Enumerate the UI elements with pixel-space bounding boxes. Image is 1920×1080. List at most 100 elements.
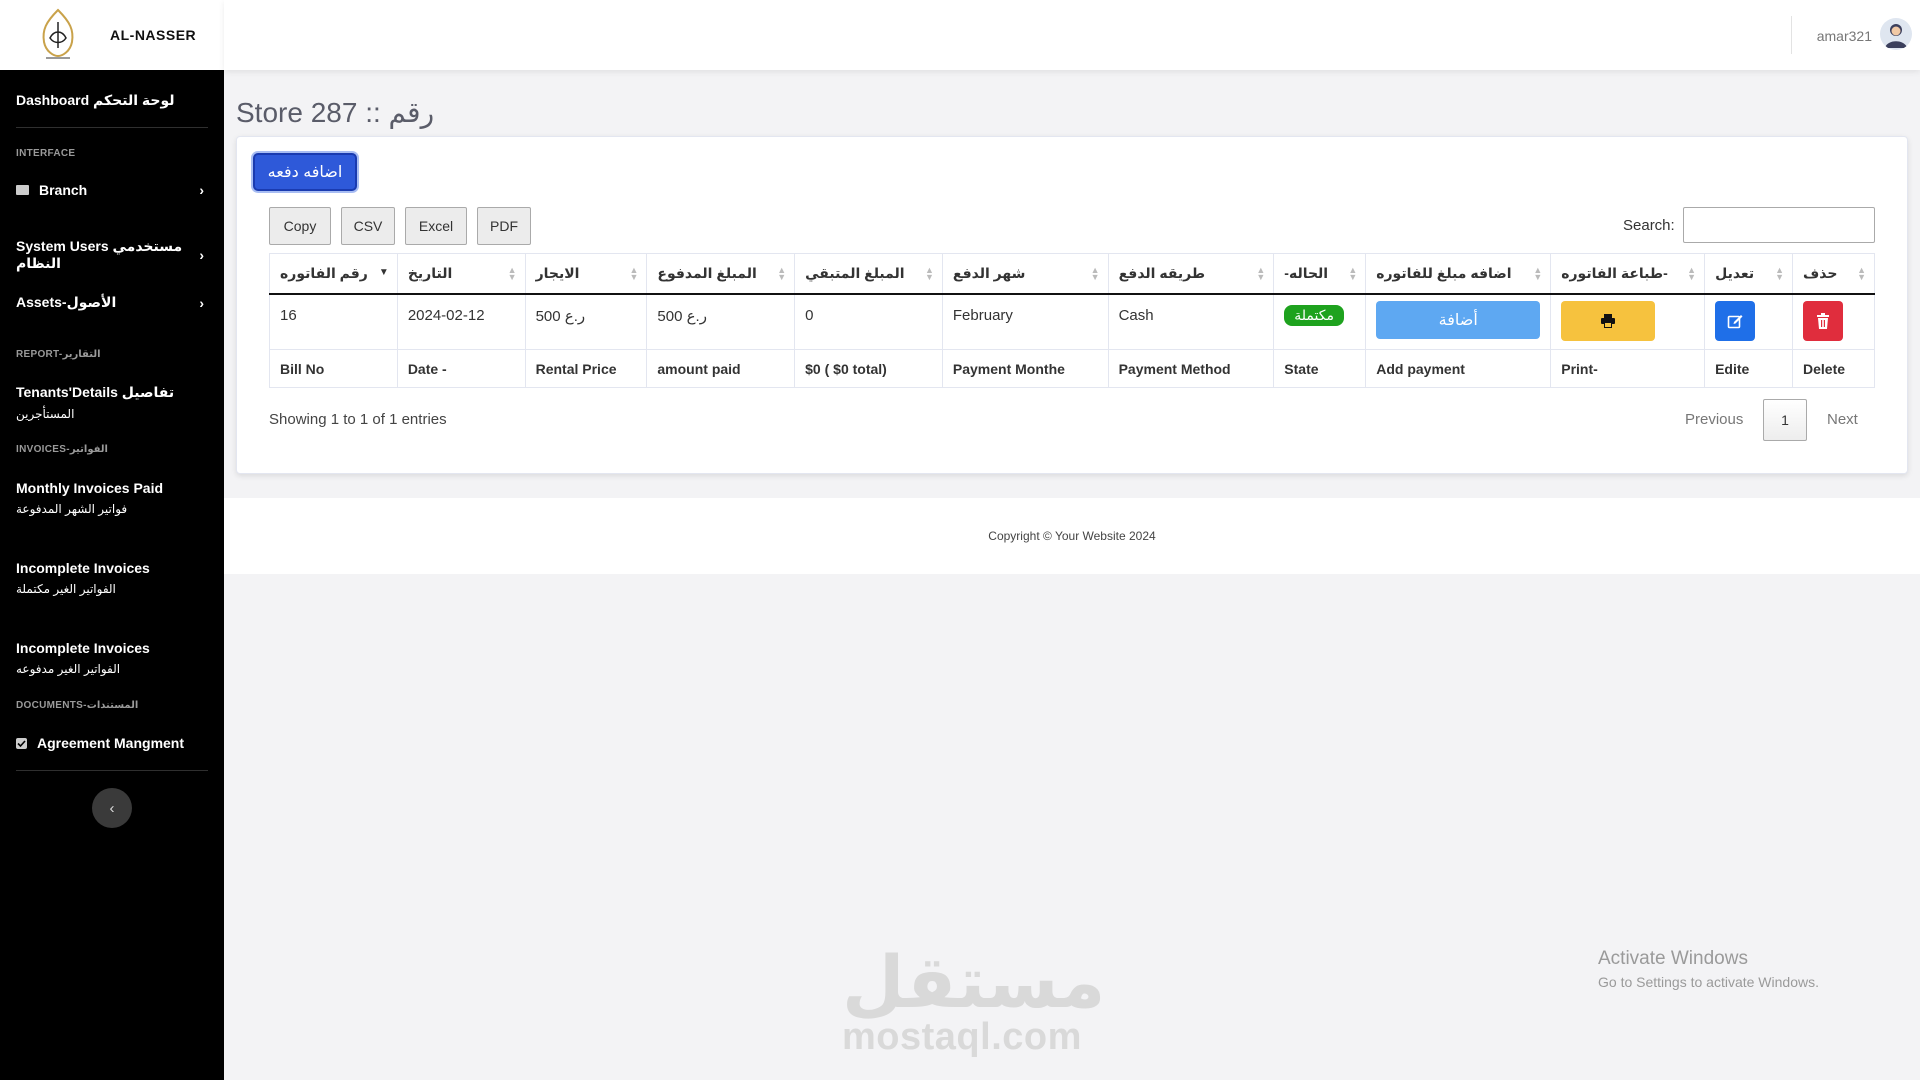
topbar-divider [1791,16,1792,54]
add-payment-button[interactable]: اضافه دفعه [253,153,357,191]
chevron-right-icon: › [199,294,204,311]
status-badge: مكتملة [1284,304,1344,326]
column-header-delete[interactable]: حذف ▲ ▼ [1792,253,1875,295]
sidebar-item-incomplete-invoices[interactable]: Incomplete Invoices الفواتير الغير مكتمل… [16,560,208,596]
sort-icon: ▲ ▼ [777,265,787,282]
sort-icon: ▲ ▼ [924,265,934,282]
trash-icon [1817,312,1829,329]
sidebar-item-agreement-management[interactable]: Agreement Mangment [16,735,208,751]
column-header-print[interactable]: طباعة الفاتوره- ▲ ▼ [1550,253,1706,295]
brand[interactable]: AL-NASSER [0,0,224,70]
avatar[interactable] [1880,18,1912,50]
cell-delete [1792,293,1875,350]
column-header-label: اضافه مبلغ للفاتوره [1376,264,1512,281]
topbar: amar321 [224,0,1920,70]
column-header-label: الايجار [535,264,580,281]
pagination-next[interactable]: Next [1827,411,1858,428]
pdf-button[interactable]: PDF [477,207,531,245]
table-info: Showing 1 to 1 of 1 entries [269,411,447,428]
column-header-label: شهر الدفع [952,264,1026,281]
sidebar-item-tenants-details[interactable]: Tenants'Details تفاصيل المستأجرين [16,384,208,421]
sort-icon: ▲ ▼ [629,265,639,282]
watermark-latin: mostaql.com [842,1016,1082,1058]
user-name[interactable]: amar321 [1817,28,1872,44]
chevron-right-icon: › [199,182,204,198]
add-amount-button[interactable]: أضافة [1376,300,1541,339]
pagination-previous[interactable]: Previous [1685,411,1743,428]
chevron-right-icon: › [199,247,204,263]
column-header-label: رقم الفاتوره [280,264,368,281]
footer-label: Add payment [1365,349,1552,388]
activation-title: Activate Windows [1598,948,1748,969]
windows-activation-notice: Activate Windows Go to Settings to activ… [1598,948,1819,990]
column-header-payment-method[interactable]: طريقه الدفع ▲ ▼ [1107,253,1275,295]
cell-payment-month: February [941,293,1109,350]
column-header-remaining[interactable]: المبلغ المتبقي ▲ ▼ [794,253,943,295]
column-header-label: طباعة الفاتوره- [1561,264,1668,281]
sidebar-item-unpaid-invoices[interactable]: Incomplete Invoices الفواتير الغير مدفوع… [16,640,208,676]
column-header-state[interactable]: -الحاله ▲ ▼ [1273,253,1367,295]
sidebar-item-label: Incomplete Invoices [16,640,150,656]
csv-button[interactable]: CSV [341,207,395,245]
sidebar-item-sublabel: المستأجرين [16,407,75,421]
sidebar-divider [16,127,208,128]
search-input[interactable] [1683,207,1875,243]
sidebar-item-branch[interactable]: Branch › [16,182,208,198]
table-header-row: رقم الفاتوره ▼ التاريخ ▲ ▼ الايجار ▲ ▼ المبلغ… [269,253,1875,295]
copyright-text: Copyright © Your Website 2024 [988,529,1156,543]
invoices-table: رقم الفاتوره ▼ التاريخ ▲ ▼ الايجار ▲ ▼ المبلغ… [269,253,1875,388]
footer-label: amount paid [646,349,796,388]
sidebar-heading-documents: DOCUMENTS-المستندات [16,700,139,711]
sort-icon: ▲ ▼ [1857,265,1866,282]
chevron-left-icon: ‹ [109,799,115,817]
edit-button[interactable] [1715,300,1756,341]
footer-label: Rental Price [524,349,648,388]
column-header-rent[interactable]: الايجار ▲ ▼ [524,253,648,295]
cell-print [1550,293,1706,350]
search-label: Search: [1623,217,1675,234]
sort-icon: ▲ ▼ [1687,265,1697,282]
sidebar-item-system-users[interactable]: System Users مستخدمي النظام › [16,238,208,272]
sidebar: AL-NASSER Dashboard لوحة التحكم INTERFAC… [0,0,224,1080]
sidebar-item-label: Agreement Mangment [37,735,185,751]
cell-add-payment: أضافة [1365,293,1552,350]
checkbox-icon [16,737,27,749]
column-header-bill-no[interactable]: رقم الفاتوره ▼ [269,253,398,295]
sidebar-collapse-button[interactable]: ‹ [92,788,132,828]
column-header-edit[interactable]: تعديل ▲ ▼ [1704,253,1793,295]
delete-button[interactable] [1803,300,1843,341]
sidebar-item-label: Assets-الأصول [16,294,117,310]
sidebar-heading-interface: INTERFACE [16,148,76,159]
footer-label: Date - [396,349,526,388]
cell-remaining: 0 [794,293,943,350]
column-header-amount-paid[interactable]: المبلغ المدفوع ▲ ▼ [646,253,796,295]
sidebar-heading-invoices: INVOICES-الفواتير [16,444,108,455]
column-header-label: التاريخ [407,264,453,281]
column-header-date[interactable]: التاريخ ▲ ▼ [396,253,526,295]
footer-label: Delete [1792,349,1875,388]
sidebar-item-dashboard[interactable]: Dashboard لوحة التحكم [16,92,208,109]
page-title: Store 287 :: رقم [236,97,435,128]
sidebar-item-sublabel: فواتير الشهر المدفوعة [16,502,128,516]
sort-icon: ▲ ▼ [1533,265,1543,282]
sidebar-item-assets[interactable]: Assets-الأصول › [16,294,208,311]
table-row: 16 2024-02-12 ر.ع 500 ر.ع 500 0 February… [269,293,1875,350]
column-header-payment-month[interactable]: شهر الدفع ▲ ▼ [941,253,1109,295]
print-button[interactable] [1561,300,1656,341]
sort-icon: ▲ ▼ [1348,265,1358,282]
cell-date: 2024-02-12 [396,293,526,350]
pagination-page-1[interactable]: 1 [1763,399,1807,441]
footer-label: $0 ( $0 total) [794,349,943,388]
cell-edit [1704,293,1793,350]
sidebar-item-monthly-invoices-paid[interactable]: Monthly Invoices Paid فواتير الشهر المدف… [16,480,208,516]
excel-button[interactable]: Excel [405,207,467,245]
column-header-add-payment[interactable]: اضافه مبلغ للفاتوره ▲ ▼ [1365,253,1552,295]
sidebar-heading-report: REPORT-التقارير [16,349,101,360]
copy-button[interactable]: Copy [269,207,331,245]
content-card: اضافه دفعه Copy CSV Excel PDF Search: رق… [236,136,1908,474]
column-header-label: المبلغ المدفوع [657,264,757,281]
column-header-label: -الحاله [1284,264,1329,281]
sidebar-item-label: Incomplete Invoices [16,560,150,576]
column-header-label: المبلغ المتبقي [805,264,905,281]
cell-bill-no: 16 [269,293,398,350]
